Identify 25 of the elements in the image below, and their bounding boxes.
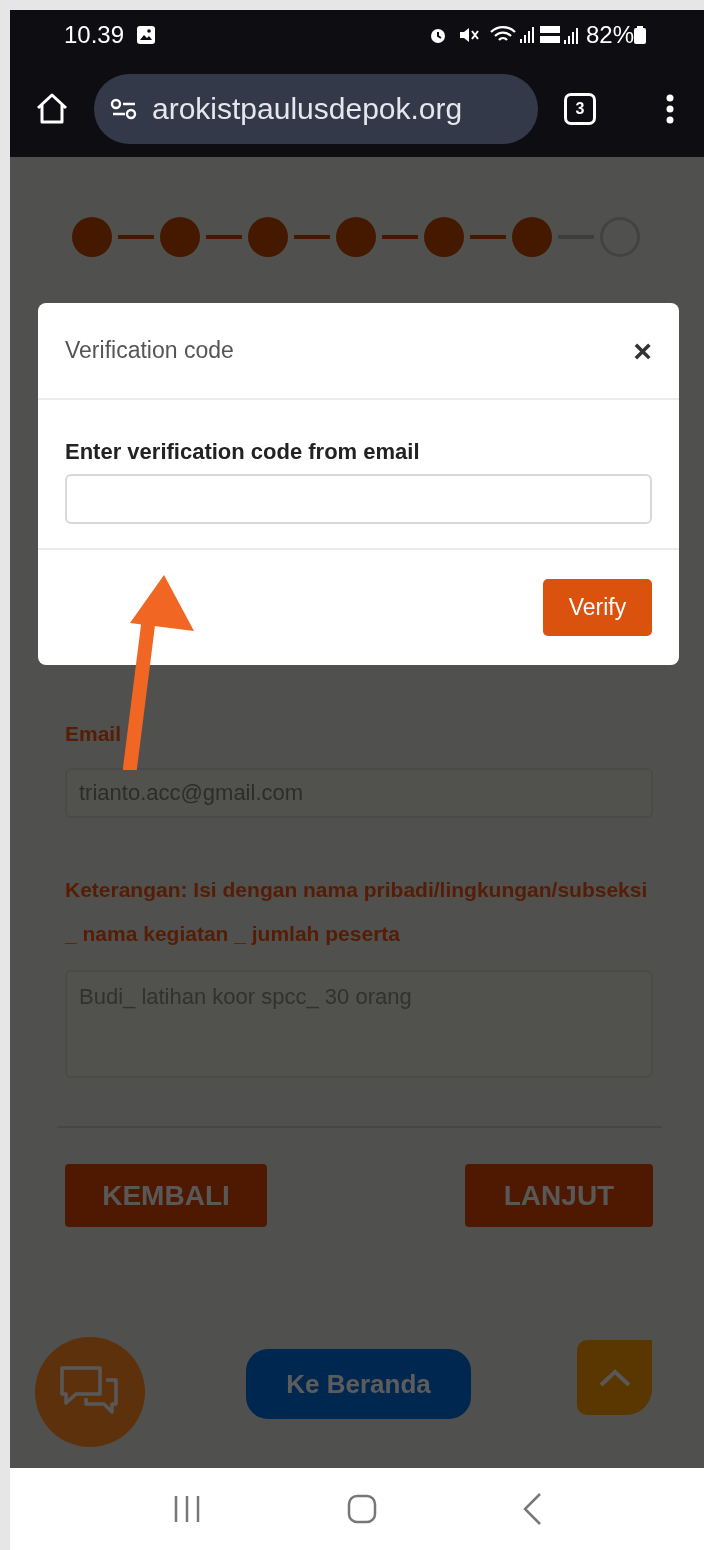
battery-icon: [634, 26, 646, 44]
home-button[interactable]: Ke Beranda: [246, 1349, 471, 1419]
menu-icon[interactable]: [666, 93, 674, 124]
close-button[interactable]: ×: [633, 334, 652, 367]
tab-count-button[interactable]: 3: [564, 92, 596, 125]
lte-signal-icon: [539, 24, 578, 46]
back-icon[interactable]: [521, 1492, 542, 1526]
url-text: arokistpaulusdepok.org: [152, 91, 463, 127]
chevron-up-icon: [597, 1367, 632, 1388]
field-label: Keterangan: Isi dengan nama pribadi/lingkungan/subseksi _ nama kegiatan _ jumlah peserta: [65, 877, 649, 947]
address-bar[interactable]: arokistpaulusdepok.org: [94, 73, 538, 144]
field-label: Enter verification code from email: [65, 438, 421, 463]
verify-button[interactable]: Verify: [543, 579, 652, 636]
field-label: Email: [65, 721, 123, 747]
next-button[interactable]: LANJUT: [465, 1164, 653, 1227]
site-settings-icon[interactable]: [110, 97, 138, 120]
dialog-title: Verification code: [65, 336, 234, 366]
verification-code-field[interactable]: [65, 474, 652, 524]
back-button[interactable]: KEMBALI: [65, 1164, 267, 1227]
image-icon: [136, 25, 157, 45]
status-time: 10.39: [64, 20, 125, 50]
signal-icon: [519, 25, 534, 45]
home-nav-icon[interactable]: [347, 1494, 377, 1524]
mute-icon: [457, 25, 480, 45]
battery-level: 82%: [585, 20, 634, 50]
